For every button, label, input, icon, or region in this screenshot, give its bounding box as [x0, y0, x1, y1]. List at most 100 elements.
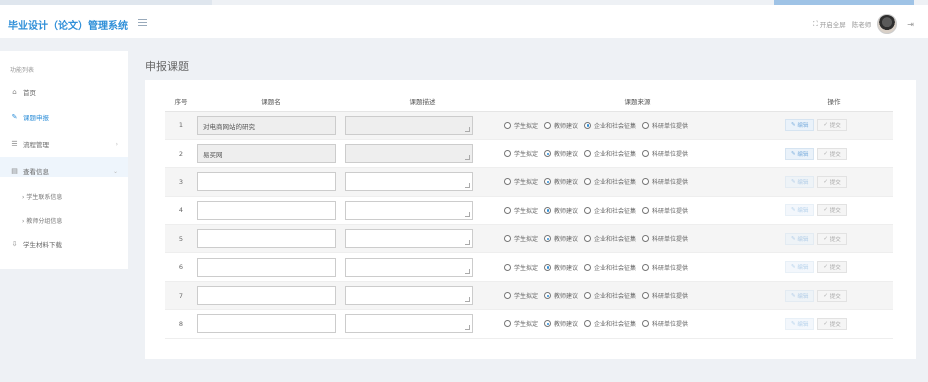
radio-unchecked[interactable] [642, 292, 650, 300]
topic-desc-field[interactable] [345, 200, 473, 220]
radio-unchecked[interactable] [584, 150, 592, 158]
submit-button[interactable]: ✓ 提交 [817, 204, 847, 217]
submit-button[interactable]: ✓ 提交 [817, 317, 847, 330]
radio-unchecked[interactable] [584, 235, 592, 243]
sidebar-item-topic-apply[interactable]: ✎ 课题申报 [10, 111, 49, 123]
edit-button[interactable]: ✎ 编辑 [785, 289, 815, 302]
source-option[interactable]: 学生拟定 [504, 234, 538, 243]
radio-checked[interactable] [544, 150, 552, 158]
radio-unchecked[interactable] [642, 121, 650, 129]
source-option[interactable]: 企业和社会征集 [584, 206, 636, 215]
source-option[interactable]: 企业和社会征集 [584, 263, 636, 272]
sidebar-item-view-info[interactable]: ▤ 查看信息 [10, 165, 49, 177]
radio-unchecked[interactable] [504, 150, 511, 158]
radio-checked[interactable] [544, 178, 552, 186]
radio-unchecked[interactable] [504, 121, 511, 129]
topic-desc-field[interactable] [345, 286, 473, 306]
source-option[interactable]: 科研单位提供 [642, 291, 688, 300]
radio-unchecked[interactable] [544, 121, 552, 129]
source-option[interactable]: 教师建议 [544, 149, 578, 158]
edit-button[interactable]: ✎ 编辑 [785, 317, 815, 330]
topic-desc-field[interactable] [345, 314, 473, 334]
source-option[interactable]: 企业和社会征集 [584, 121, 636, 130]
radio-unchecked[interactable] [642, 178, 650, 186]
radio-unchecked[interactable] [584, 206, 592, 214]
radio-unchecked[interactable] [504, 320, 511, 328]
user-name[interactable]: 陈老师 [852, 19, 872, 29]
radio-checked[interactable] [584, 121, 592, 129]
edit-button[interactable]: ✎ 编辑 [785, 175, 815, 188]
topic-name-field[interactable]: 对电商网站的研究 [197, 115, 336, 135]
edit-button[interactable]: ✎ 编辑 [785, 232, 815, 245]
source-option[interactable]: 学生拟定 [504, 121, 538, 130]
radio-unchecked[interactable] [584, 320, 592, 328]
radio-unchecked[interactable] [504, 206, 511, 214]
source-option[interactable]: 企业和社会征集 [584, 234, 636, 243]
source-option[interactable]: 学生拟定 [504, 319, 538, 328]
source-option[interactable]: 学生拟定 [504, 149, 538, 158]
source-option[interactable]: 科研单位提供 [642, 319, 688, 328]
radio-checked[interactable] [544, 235, 552, 243]
sidebar-item-download[interactable]: ⇩ 学生材料下载 [10, 238, 62, 250]
submit-button[interactable]: ✓ 提交 [817, 261, 847, 274]
radio-checked[interactable] [544, 206, 552, 214]
source-option[interactable]: 企业和社会征集 [584, 177, 636, 186]
radio-unchecked[interactable] [584, 263, 592, 271]
source-option[interactable]: 企业和社会征集 [584, 319, 636, 328]
submit-button[interactable]: ✓ 提交 [817, 147, 847, 160]
source-option[interactable]: 学生拟定 [504, 177, 538, 186]
source-option[interactable]: 科研单位提供 [642, 121, 688, 130]
submit-button[interactable]: ✓ 提交 [817, 289, 847, 302]
sidebar-item-process[interactable]: ☰ 流程管理 [10, 138, 49, 150]
topic-desc-field[interactable] [345, 115, 473, 135]
edit-button[interactable]: ✎ 编辑 [785, 204, 815, 217]
source-option[interactable]: 科研单位提供 [642, 149, 688, 158]
sidebar-subitem-teacher-group[interactable]: › 教师分组信息 [22, 216, 62, 225]
menu-toggle-icon[interactable] [138, 19, 147, 26]
edit-button[interactable]: ✎ 编辑 [785, 261, 815, 274]
topic-desc-field[interactable] [345, 144, 473, 164]
topic-desc-field[interactable] [345, 257, 473, 277]
source-option[interactable]: 学生拟定 [504, 291, 538, 300]
source-option[interactable]: 企业和社会征集 [584, 291, 636, 300]
source-option[interactable]: 学生拟定 [504, 263, 538, 272]
topic-name-field[interactable]: 易买网 [197, 144, 336, 164]
source-option[interactable]: 科研单位提供 [642, 177, 688, 186]
topic-name-field[interactable] [197, 286, 336, 306]
edit-button[interactable]: ✎ 编辑 [785, 147, 815, 160]
source-option[interactable]: 教师建议 [544, 263, 578, 272]
edit-button[interactable]: ✎ 编辑 [785, 119, 815, 132]
sidebar-item-home[interactable]: ⌂ 首页 [10, 86, 36, 98]
source-option[interactable]: 科研单位提供 [642, 263, 688, 272]
radio-unchecked[interactable] [584, 178, 592, 186]
radio-checked[interactable] [544, 292, 552, 300]
topic-name-field[interactable] [197, 200, 336, 220]
radio-unchecked[interactable] [642, 320, 650, 328]
topic-name-field[interactable] [197, 314, 336, 334]
source-option[interactable]: 科研单位提供 [642, 234, 688, 243]
topic-desc-field[interactable] [345, 172, 473, 192]
avatar[interactable] [877, 14, 898, 34]
radio-checked[interactable] [544, 263, 552, 271]
topic-name-field[interactable] [197, 257, 336, 277]
fullscreen-button[interactable]: ⛶ 开启全屏 [813, 19, 846, 30]
topic-name-field[interactable] [197, 172, 336, 192]
topic-desc-field[interactable] [345, 229, 473, 249]
radio-unchecked[interactable] [642, 206, 650, 214]
radio-unchecked[interactable] [642, 150, 650, 158]
radio-unchecked[interactable] [584, 292, 592, 300]
radio-unchecked[interactable] [642, 263, 650, 271]
source-option[interactable]: 教师建议 [544, 234, 578, 243]
submit-button[interactable]: ✓ 提交 [817, 119, 847, 132]
source-option[interactable]: 科研单位提供 [642, 206, 688, 215]
radio-unchecked[interactable] [504, 235, 511, 243]
radio-checked[interactable] [544, 320, 552, 328]
source-option[interactable]: 教师建议 [544, 291, 578, 300]
radio-unchecked[interactable] [504, 178, 511, 186]
source-option[interactable]: 企业和社会征集 [584, 149, 636, 158]
source-option[interactable]: 学生拟定 [504, 206, 538, 215]
radio-unchecked[interactable] [642, 235, 650, 243]
source-option[interactable]: 教师建议 [544, 177, 578, 186]
sidebar-subitem-student-contact[interactable]: › 学生联系信息 [22, 192, 62, 201]
submit-button[interactable]: ✓ 提交 [817, 232, 847, 245]
